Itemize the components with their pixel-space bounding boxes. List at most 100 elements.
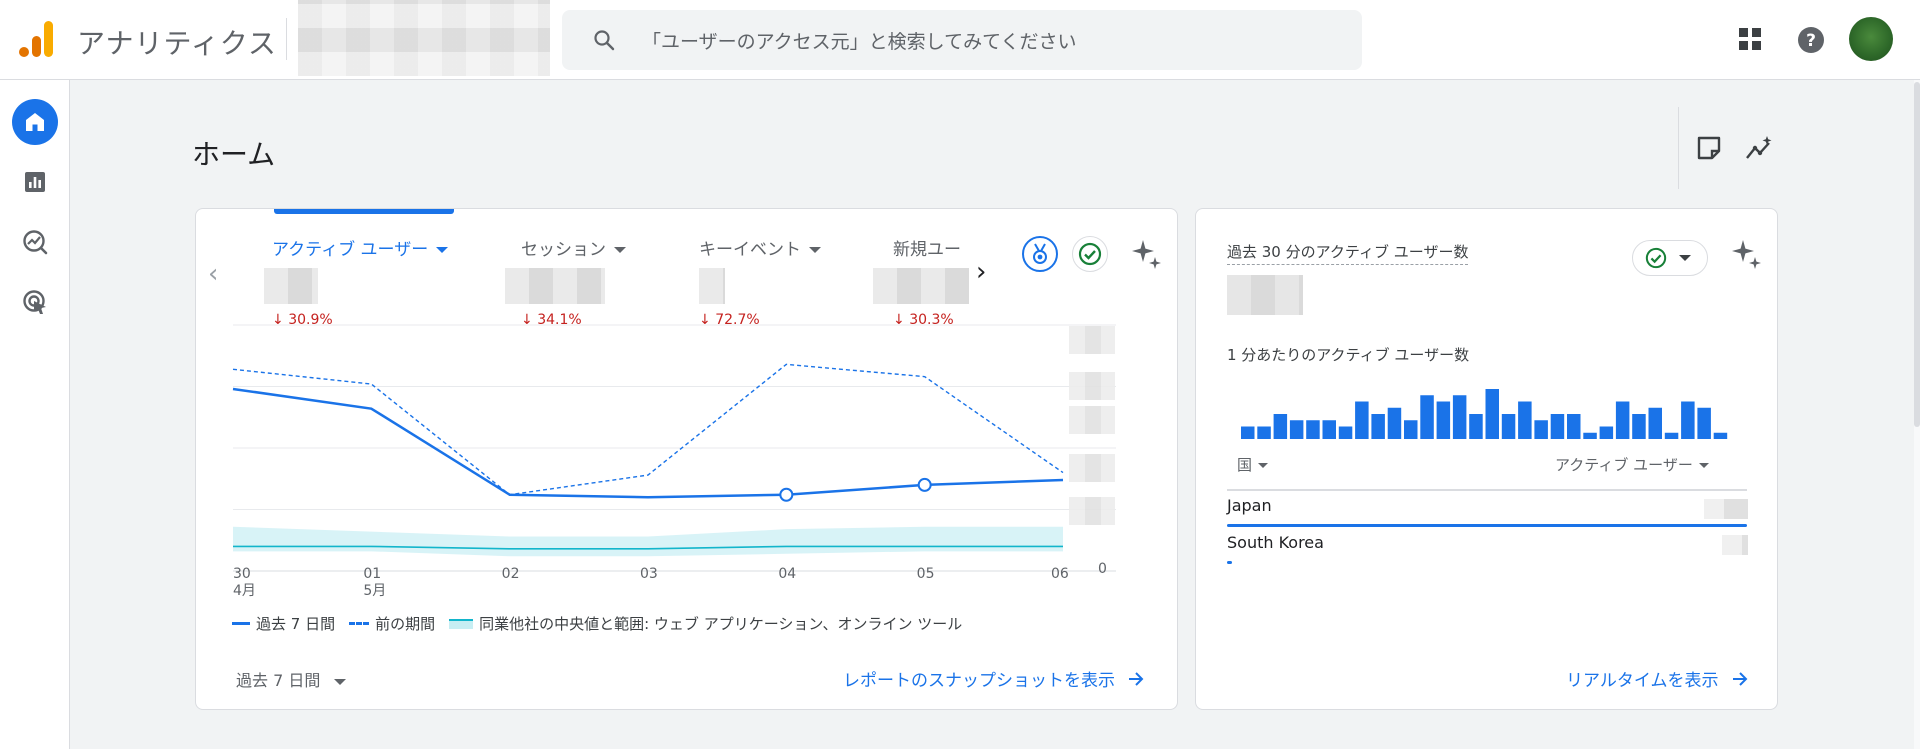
y-tick-label: 0 <box>1098 561 1107 577</box>
chevron-down-icon <box>1698 463 1709 468</box>
realtime-card: 過去 30 分のアクティブ ユーザー数 1 分あたりのアクティブ ユーザー数 国… <box>1195 208 1778 710</box>
nav-explore[interactable] <box>12 219 58 265</box>
y-tick-label <box>1069 497 1115 525</box>
header-divider <box>286 18 287 60</box>
apps-grid-icon[interactable] <box>1738 27 1762 51</box>
advertising-icon <box>23 290 46 314</box>
insights-icon[interactable] <box>1745 134 1773 162</box>
minute-bar[interactable] <box>1322 420 1337 439</box>
table-row-country: South Korea <box>1227 533 1324 552</box>
minute-bar[interactable] <box>1713 432 1728 439</box>
view-snapshot-link[interactable]: レポートのスナップショットを表示 <box>843 666 1145 691</box>
minute-bar[interactable] <box>1436 401 1451 440</box>
column-active-users[interactable]: アクティブ ユーザー <box>1555 454 1709 475</box>
realtime-status-chip[interactable] <box>1632 240 1708 276</box>
minute-bar[interactable] <box>1306 420 1320 439</box>
minute-bar[interactable] <box>1583 432 1597 439</box>
table-row-value <box>1704 499 1748 519</box>
minute-bar[interactable] <box>1648 407 1663 439</box>
minute-bar[interactable] <box>1681 401 1695 440</box>
y-tick-label <box>1069 372 1115 400</box>
arrow-right-icon <box>1732 671 1747 686</box>
chevron-down-icon <box>334 678 347 685</box>
x-tick-label: 30 4月 <box>233 566 256 599</box>
minute-bar[interactable] <box>1534 420 1548 439</box>
realtime-value <box>1227 275 1303 315</box>
minute-bar[interactable] <box>1387 407 1402 439</box>
y-tick-label <box>1069 406 1115 434</box>
minute-bar[interactable] <box>1289 420 1304 439</box>
minute-bar[interactable] <box>1599 426 1614 440</box>
series-line-current <box>232 387 1064 499</box>
per-minute-label: 1 分あたりのアクティブ ユーザー数 <box>1227 346 1470 364</box>
y-tick-label <box>1069 326 1115 354</box>
minute-bar[interactable] <box>1550 414 1565 439</box>
app-title: アナリティクス <box>77 27 277 60</box>
page-actions-divider <box>1678 107 1679 189</box>
analytics-logo[interactable] <box>18 20 54 58</box>
minute-bar[interactable] <box>1257 426 1271 440</box>
line-chart <box>232 324 1116 572</box>
help-icon[interactable]: ? <box>1797 26 1825 54</box>
realtime-title[interactable]: 過去 30 分のアクティブ ユーザー数 <box>1227 241 1469 265</box>
minute-bar[interactable] <box>1697 407 1711 439</box>
notes-icon[interactable] <box>1696 135 1722 161</box>
nav-advertising[interactable] <box>12 279 58 325</box>
table-row-bar <box>1227 561 1233 564</box>
minute-bar[interactable] <box>1452 395 1467 439</box>
search-input[interactable]: 「ユーザーのアクセス元」と検索してみてください <box>642 27 1077 54</box>
x-tick-label: 04 <box>778 566 797 582</box>
minute-bar[interactable] <box>1485 389 1500 439</box>
legend-current: 過去 7 日間 <box>232 613 335 634</box>
column-country[interactable]: 国 <box>1237 454 1269 475</box>
x-tick-label: 02 <box>501 566 520 582</box>
minute-bar[interactable] <box>1615 401 1630 440</box>
minute-bar[interactable] <box>1355 401 1369 440</box>
minute-bar[interactable] <box>1241 426 1255 440</box>
reports-icon <box>25 172 45 192</box>
account-selector[interactable] <box>298 0 550 76</box>
minute-bar[interactable] <box>1518 401 1532 440</box>
minute-bar[interactable] <box>1567 414 1581 439</box>
view-realtime-link[interactable]: リアルタイムを表示 <box>1566 666 1749 691</box>
minute-bar[interactable] <box>1664 432 1679 439</box>
top-bar: アナリティクス 「ユーザーのアクセス元」と検索してみてください ? <box>0 0 1920 80</box>
chevron-down-icon <box>1679 255 1691 261</box>
x-tick-label: 06 <box>1051 566 1069 582</box>
minute-bar[interactable] <box>1632 414 1646 439</box>
page-title: ホーム <box>192 138 276 171</box>
x-tick-label: 03 <box>640 566 658 582</box>
minute-bar[interactable] <box>1404 420 1418 439</box>
explore-icon <box>23 230 48 255</box>
y-tick-label <box>1069 454 1115 482</box>
benchmark-band <box>233 526 1063 557</box>
check-circle-icon <box>1645 247 1667 269</box>
nav-home[interactable] <box>12 99 58 145</box>
chevron-down-icon <box>1258 463 1269 468</box>
sparkle-icon[interactable] <box>1730 238 1762 270</box>
search-bar[interactable]: 「ユーザーのアクセス元」と検索してみてください <box>562 10 1362 70</box>
page-scrollbar-thumb[interactable] <box>1914 82 1920 427</box>
avatar[interactable] <box>1849 17 1893 61</box>
per-minute-bar-chart <box>1241 389 1728 440</box>
date-range-selector[interactable]: 過去 7 日間 <box>236 667 347 691</box>
legend-previous: 前の期間 <box>349 613 435 634</box>
nav-reports[interactable] <box>12 159 58 205</box>
left-nav-rail <box>0 80 70 749</box>
arrow-right-icon <box>1129 671 1144 686</box>
table-row-country: Japan <box>1227 496 1272 515</box>
minute-bar[interactable] <box>1371 414 1385 439</box>
chart-legend: 過去 7 日間 前の期間 同業他社の中央値と範囲: ウェブ アプリケーション、オ… <box>232 613 962 634</box>
data-point-marker <box>917 477 932 492</box>
x-tick-label: 05 <box>916 566 935 582</box>
svg-text:?: ? <box>1806 31 1816 51</box>
minute-bar[interactable] <box>1469 414 1483 439</box>
minute-bar[interactable] <box>1420 395 1434 439</box>
minute-bar[interactable] <box>1273 414 1288 439</box>
minute-bar[interactable] <box>1501 414 1516 439</box>
series-line-previous <box>232 363 1064 496</box>
table-row-bar <box>1227 524 1747 527</box>
minute-bar[interactable] <box>1338 426 1353 440</box>
table-row-value <box>1722 535 1748 555</box>
table-divider <box>1227 489 1747 491</box>
